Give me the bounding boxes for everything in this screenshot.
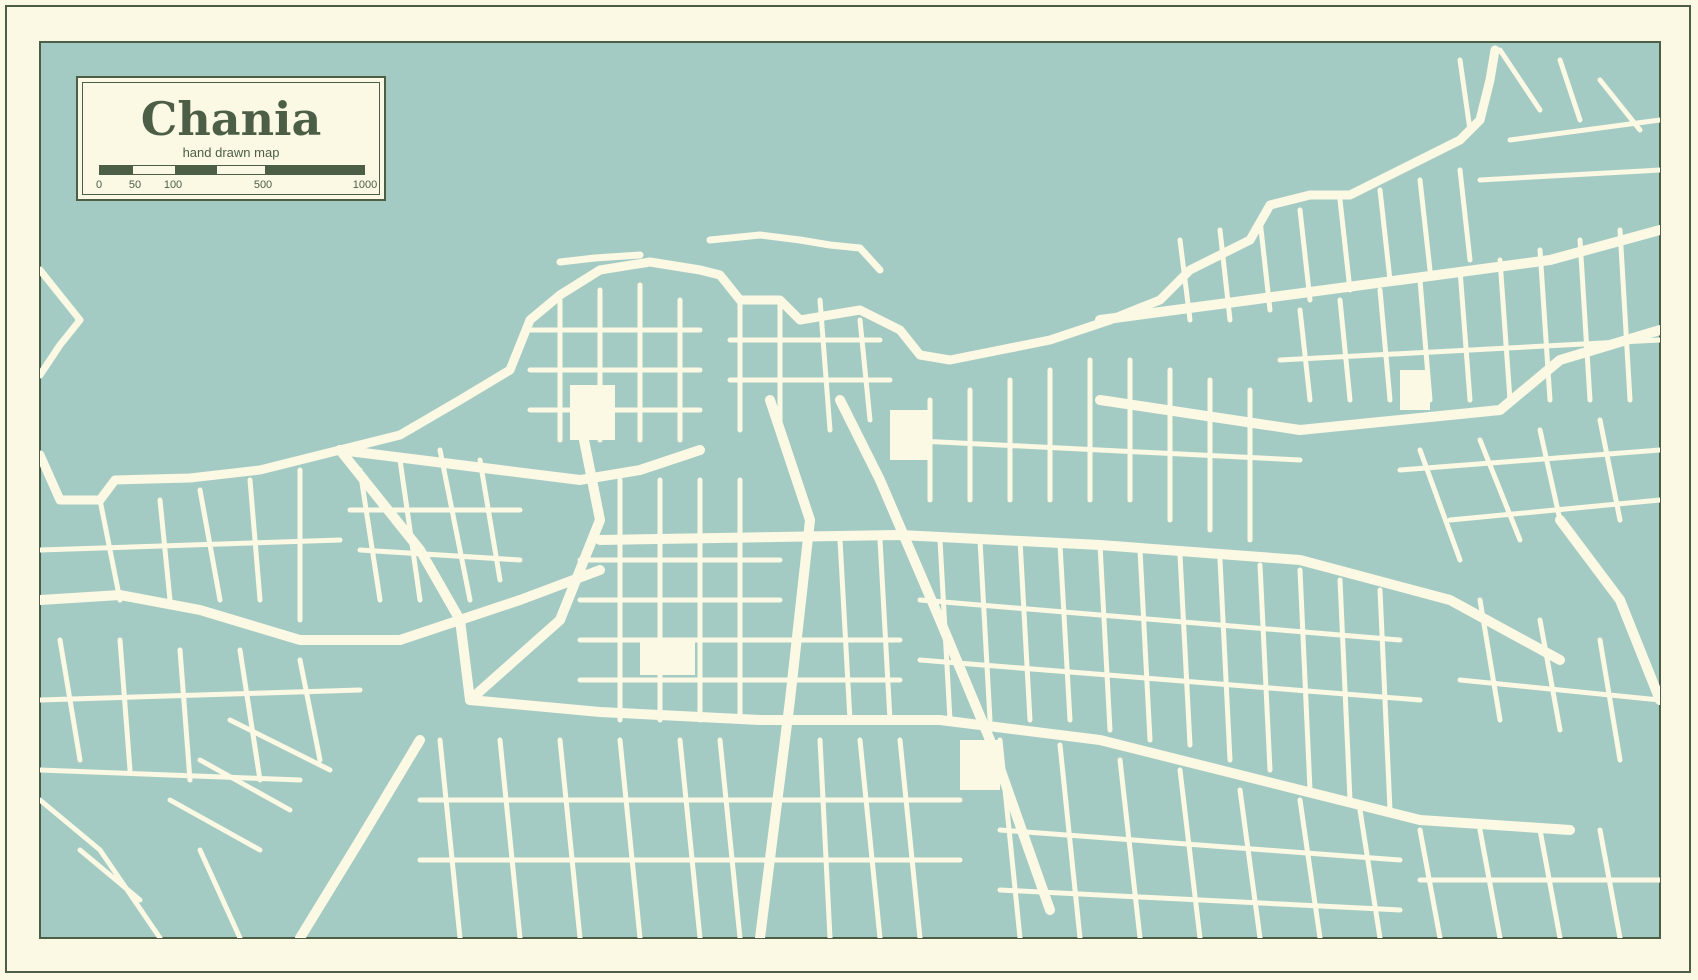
title-panel: Chania hand drawn map 0 50 100 500 1000	[76, 76, 386, 201]
map-page: Chania hand drawn map 0 50 100 500 1000	[0, 0, 1698, 980]
scale-label-0: 0	[95, 179, 103, 191]
scale-label-500: 500	[253, 179, 273, 191]
scale-segment	[100, 166, 133, 174]
scale-segment	[175, 166, 217, 174]
scale-segment	[217, 166, 265, 174]
scale-segment	[133, 166, 175, 174]
scale-bar	[99, 165, 365, 175]
scale-segment	[265, 166, 364, 174]
scale-label-50: 50	[128, 179, 142, 191]
scale-label-1000: 1000	[352, 179, 378, 191]
title-panel-inner-border: Chania hand drawn map 0 50 100 500 1000	[82, 82, 380, 195]
map-subtitle: hand drawn map	[182, 145, 280, 160]
scale-label-100: 100	[163, 179, 183, 191]
map-title: Chania	[140, 92, 322, 146]
